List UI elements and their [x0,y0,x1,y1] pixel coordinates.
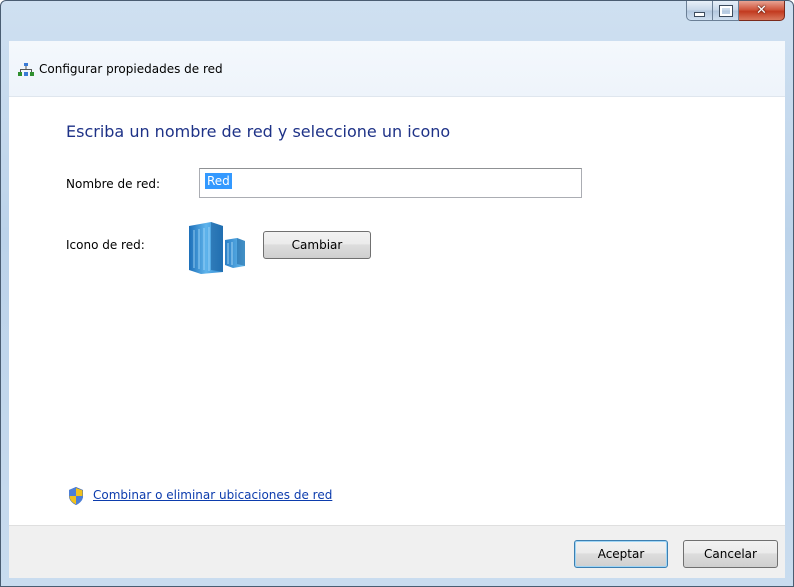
caption-buttons: ✕ [686,1,785,22]
network-location-icon [189,222,245,274]
close-button[interactable]: ✕ [739,1,785,21]
dialog-footer: Aceptar Cancelar [9,525,785,578]
merge-locations-link[interactable]: Combinar o eliminar ubicaciones de red [93,488,332,502]
dialog-title: Configurar propiedades de red [39,62,223,76]
accept-button[interactable]: Aceptar [574,540,668,568]
dialog-content: Escriba un nombre de red y seleccione un… [9,97,785,525]
network-name-label: Nombre de red: [66,177,161,191]
network-name-input[interactable]: Red [199,168,582,198]
uac-shield-icon [69,487,83,505]
network-name-value: Red [205,173,232,189]
page-heading: Escriba un nombre de red y seleccione un… [66,122,451,141]
maximize-button[interactable] [713,1,739,21]
network-icon-label: Icono de red: [66,238,145,252]
close-icon: ✕ [756,3,767,18]
dialog-header: Configurar propiedades de red [9,41,785,97]
title-bar[interactable]: ✕ [1,1,793,41]
dialog-window: ✕ Configurar propiedades de red Escriba … [0,0,794,587]
network-icon [18,63,34,76]
cancel-button[interactable]: Cancelar [683,540,778,568]
change-icon-button[interactable]: Cambiar [263,231,371,259]
minimize-button[interactable] [686,1,713,21]
minimize-icon [694,11,705,17]
maximize-icon [718,4,733,17]
